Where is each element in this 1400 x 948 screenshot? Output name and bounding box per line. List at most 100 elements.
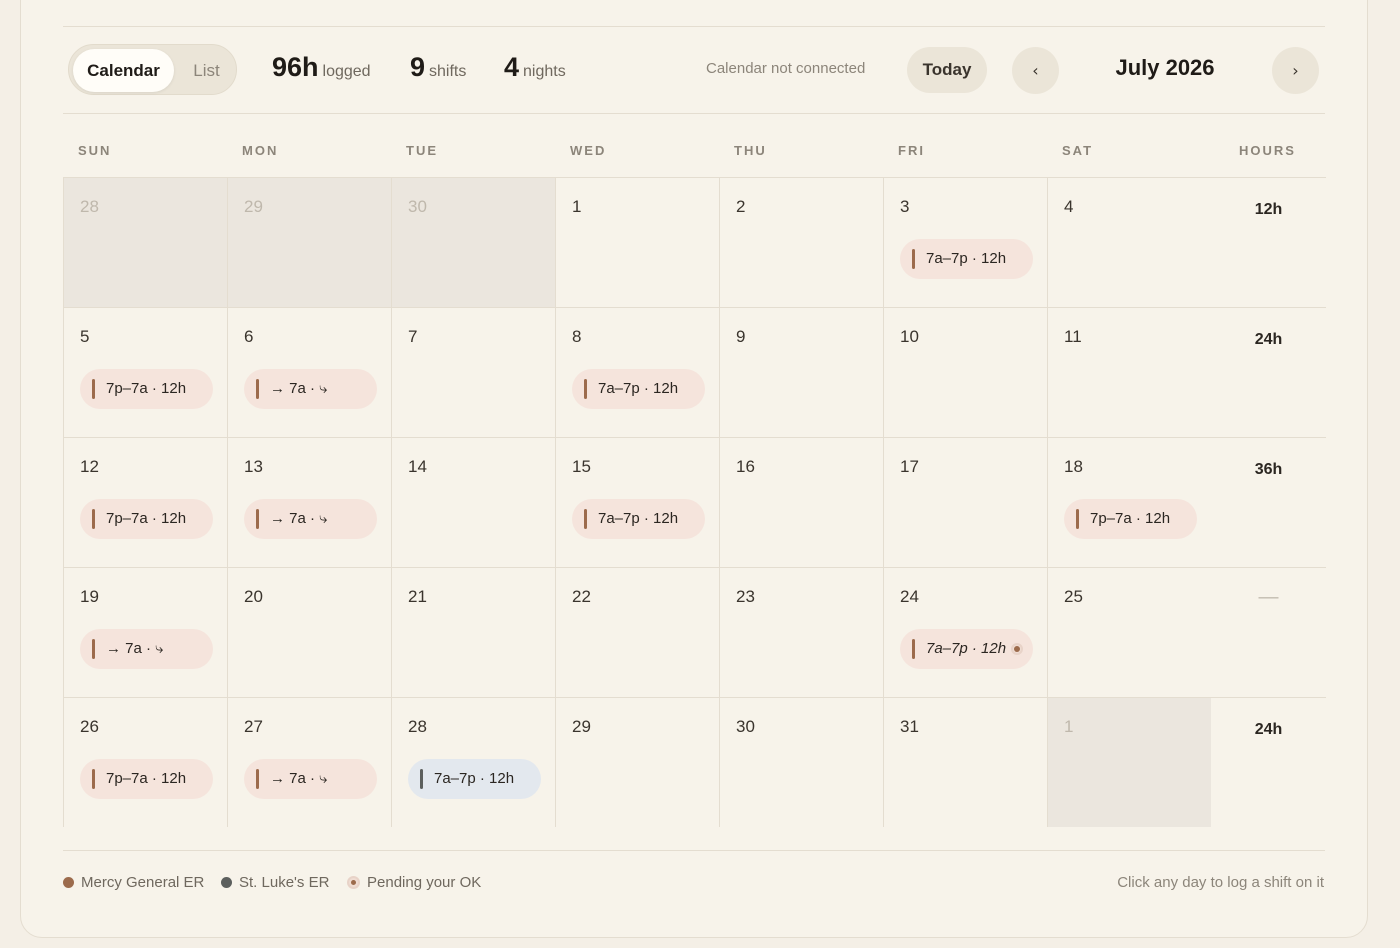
site-color-bar <box>256 379 259 399</box>
day-cell[interactable]: 7 <box>391 307 555 437</box>
stat-hours-logged: 96h logged <box>272 52 371 88</box>
site-color-bar <box>584 509 587 529</box>
day-number: 30 <box>736 717 755 736</box>
day-cell[interactable]: 11 <box>1047 307 1211 437</box>
day-cell[interactable]: 19 → 7a · ⤷ <box>63 567 227 697</box>
shift-label: 7a–7p · 12h <box>926 250 1007 267</box>
week-hours-total: 36h <box>1254 461 1283 478</box>
shift-pill[interactable]: 7p–7a · 12h <box>1064 499 1197 539</box>
shift-pill[interactable]: 7a–7p · 12h <box>900 239 1033 279</box>
day-number: 17 <box>900 457 919 476</box>
calendar-sync-status[interactable]: Calendar not connected <box>706 60 865 77</box>
site-color-bar <box>1076 509 1079 529</box>
weekday-header-wed: WED <box>570 143 607 158</box>
day-cell[interactable]: 3 7a–7p · 12h <box>883 177 1047 307</box>
day-cell[interactable]: 29 <box>227 177 391 307</box>
day-cell[interactable]: 1 <box>1047 697 1211 827</box>
legend-dot-icon <box>221 876 232 888</box>
shift-pill[interactable]: → 7a · ⤷ <box>244 369 377 409</box>
pending-shift-pill[interactable]: 7a–7p · 12h <box>900 629 1033 669</box>
shift-pill[interactable]: 7a–7p · 12h <box>572 499 705 539</box>
shift-pill[interactable]: 7p–7a · 12h <box>80 499 213 539</box>
shift-label: 7p–7a · 12h <box>106 380 187 397</box>
day-number: 23 <box>736 587 755 606</box>
day-cell[interactable]: 27 → 7a · ⤷ <box>227 697 391 827</box>
legend-item-mercy: Mercy General ER <box>63 874 204 891</box>
day-cell[interactable]: 30 <box>719 697 883 827</box>
view-toggle: Calendar List <box>68 44 237 95</box>
day-cell[interactable]: 5 7p–7a · 12h <box>63 307 227 437</box>
weekday-header-thu: THU <box>734 143 767 158</box>
today-button[interactable]: Today <box>907 47 987 93</box>
day-cell[interactable]: 30 <box>391 177 555 307</box>
week-hours-total: — <box>1258 586 1279 608</box>
day-number: 9 <box>736 327 746 346</box>
day-cell[interactable]: 29 <box>555 697 719 827</box>
stat-label: shifts <box>429 63 467 80</box>
day-cell[interactable]: 22 <box>555 567 719 697</box>
day-cell[interactable]: 23 <box>719 567 883 697</box>
site-color-bar <box>92 509 95 529</box>
shift-pill[interactable]: → 7a · ⤷ <box>80 629 213 669</box>
next-month-button[interactable]: › <box>1272 47 1319 94</box>
shift-label: 7a–7p · 12h <box>926 640 1007 657</box>
calendar-view-tab[interactable]: Calendar <box>73 49 174 92</box>
day-cell[interactable]: 16 <box>719 437 883 567</box>
day-number: 29 <box>244 197 263 216</box>
day-cell[interactable]: 26 7p–7a · 12h <box>63 697 227 827</box>
legend-dot-icon <box>63 876 74 888</box>
day-cell[interactable]: 2 <box>719 177 883 307</box>
day-number: 12 <box>80 457 99 476</box>
day-cell[interactable]: 28 7a–7p · 12h <box>391 697 555 827</box>
legend-label: Mercy General ER <box>81 874 205 891</box>
day-cell[interactable]: 10 <box>883 307 1047 437</box>
list-view-tab[interactable]: List <box>179 49 234 92</box>
day-cell[interactable]: 18 7p–7a · 12h <box>1047 437 1211 567</box>
shift-pill[interactable]: 7a–7p · 12h <box>408 759 541 799</box>
stat-nights: 4 nights <box>504 52 566 88</box>
day-number: 28 <box>408 717 427 736</box>
day-cell[interactable]: 17 <box>883 437 1047 567</box>
shift-pill[interactable]: → 7a · ⤷ <box>244 759 377 799</box>
weekday-header-mon: MON <box>242 143 279 158</box>
shift-pill[interactable]: 7a–7p · 12h <box>572 369 705 409</box>
day-cell[interactable]: 21 <box>391 567 555 697</box>
day-cell[interactable]: 31 <box>883 697 1047 827</box>
hint-text: Click any day to log a shift on it <box>1117 874 1324 891</box>
shift-pill[interactable]: 7p–7a · 12h <box>80 369 213 409</box>
stat-value: 9 <box>410 52 426 82</box>
day-number: 18 <box>1064 457 1083 476</box>
day-cell[interactable]: 20 <box>227 567 391 697</box>
stat-value: 96h <box>272 52 319 82</box>
stat-label: logged <box>322 63 371 80</box>
day-cell[interactable]: 25 <box>1047 567 1211 697</box>
site-color-bar <box>256 769 259 789</box>
day-cell[interactable]: 15 7a–7p · 12h <box>555 437 719 567</box>
prev-month-button[interactable]: ‹ <box>1012 47 1059 94</box>
week-hours-cell: 24h <box>1211 697 1326 827</box>
day-cell[interactable]: 12 7p–7a · 12h <box>63 437 227 567</box>
day-cell[interactable]: 24 7a–7p · 12h <box>883 567 1047 697</box>
day-number: 22 <box>572 587 591 606</box>
day-number: 31 <box>900 717 919 736</box>
weekday-header-fri: FRI <box>898 143 925 158</box>
day-cell[interactable]: 8 7a–7p · 12h <box>555 307 719 437</box>
weekday-header-tue: TUE <box>406 143 438 158</box>
site-color-bar <box>92 379 95 399</box>
day-cell[interactable]: 9 <box>719 307 883 437</box>
week-hours-cell: 24h <box>1211 307 1326 437</box>
shift-pill[interactable]: 7p–7a · 12h <box>80 759 213 799</box>
day-cell[interactable]: 28 <box>63 177 227 307</box>
day-cell[interactable]: 14 <box>391 437 555 567</box>
legend-item-st-lukes: St. Luke's ER <box>221 874 329 891</box>
stat-label: nights <box>523 63 566 80</box>
day-cell[interactable]: 4 <box>1047 177 1211 307</box>
day-cell[interactable]: 13 → 7a · ⤷ <box>227 437 391 567</box>
day-number: 21 <box>408 587 427 606</box>
day-number: 6 <box>244 327 254 346</box>
site-color-bar <box>92 639 95 659</box>
day-cell[interactable]: 1 <box>555 177 719 307</box>
day-cell[interactable]: 6 → 7a · ⤷ <box>227 307 391 437</box>
shift-pill[interactable]: → 7a · ⤷ <box>244 499 377 539</box>
day-number: 19 <box>80 587 99 606</box>
